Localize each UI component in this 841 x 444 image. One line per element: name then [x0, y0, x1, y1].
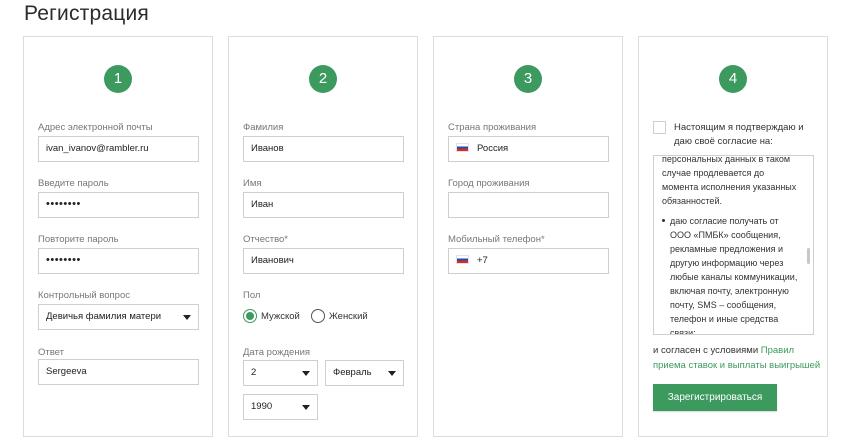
gender-male-option[interactable]: Мужской: [243, 309, 300, 323]
patronymic-label: Отчество*: [243, 234, 288, 245]
terms-scroll-box[interactable]: персональных данных в таком случае продл…: [653, 155, 814, 335]
radio-unselected-icon: [311, 309, 325, 323]
firstname-label: Имя: [243, 178, 262, 189]
rules-consent-text: и согласен с условиями Правил приема ста…: [653, 343, 825, 373]
step-number-badge: 2: [309, 65, 337, 93]
radio-selected-icon: [243, 309, 257, 323]
answer-field[interactable]: Sergeeva: [38, 359, 199, 385]
terms-bullet: даю согласие получать от ООО «ПМБК» сооб…: [662, 214, 802, 334]
phone-label: Мобильный телефон*: [448, 234, 545, 245]
russia-flag-icon: [456, 143, 469, 152]
security-question-value: Девичья фамилия матери: [46, 311, 162, 322]
birth-day-value: 2: [251, 367, 257, 378]
phone-value: +7: [477, 255, 488, 266]
step-number-badge: 4: [719, 65, 747, 93]
chevron-down-icon: [302, 371, 310, 376]
city-field[interactable]: [448, 192, 609, 218]
firstname-field[interactable]: Иван: [243, 192, 404, 218]
password-field[interactable]: ••••••••: [38, 192, 199, 218]
password-repeat-label: Повторите пароль: [38, 234, 119, 245]
password-label: Введите пароль: [38, 178, 109, 189]
chevron-down-icon: [388, 371, 396, 376]
birth-year-select[interactable]: 1990: [243, 394, 318, 420]
birth-month-select[interactable]: Февраль: [325, 360, 404, 386]
step-2-panel: 2 Фамилия Иванов Имя Иван Отчество* Иван…: [228, 36, 418, 437]
agree-checkbox[interactable]: [653, 121, 666, 134]
city-label: Город проживания: [448, 178, 530, 189]
gender-female-option[interactable]: Женский: [311, 309, 368, 323]
chevron-down-icon: [302, 405, 310, 410]
scrollbar-thumb[interactable]: [807, 248, 810, 264]
step-4-panel: 4 Настоящим я подтверждаю и даю своё сог…: [638, 36, 828, 437]
birth-year-value: 1990: [251, 401, 273, 412]
birth-day-select[interactable]: 2: [243, 360, 318, 386]
birthdate-label: Дата рождения: [243, 347, 311, 358]
security-question-label: Контрольный вопрос: [38, 290, 130, 301]
step-1-panel: 1 Адрес электронной почты ivan_ivanov@ra…: [23, 36, 213, 437]
password-repeat-field[interactable]: ••••••••: [38, 248, 199, 274]
answer-label: Ответ: [38, 347, 64, 358]
security-question-select[interactable]: Девичья фамилия матери: [38, 304, 199, 330]
step-number-badge: 3: [514, 65, 542, 93]
chevron-down-icon: [183, 315, 191, 320]
rules-consent-prefix: и согласен с условиями: [653, 345, 759, 356]
gender-female-label: Женский: [329, 310, 368, 322]
terms-paragraph: персональных данных в таком случае продл…: [662, 155, 797, 206]
russia-flag-icon: [456, 255, 469, 264]
lastname-label: Фамилия: [243, 122, 284, 133]
gender-label: Пол: [243, 290, 261, 301]
email-label: Адрес электронной почты: [38, 122, 153, 133]
phone-field[interactable]: +7: [448, 248, 609, 274]
country-value: Россия: [477, 143, 509, 154]
country-select[interactable]: Россия: [448, 136, 609, 162]
step-number-badge: 1: [104, 65, 132, 93]
agree-label: Настоящим я подтверждаю и даю своё согла…: [674, 122, 804, 147]
register-button[interactable]: Зарегистрироваться: [653, 384, 777, 411]
email-field[interactable]: ivan_ivanov@rambler.ru: [38, 136, 199, 162]
lastname-field[interactable]: Иванов: [243, 136, 404, 162]
step-3-panel: 3 Страна проживания Россия Город прожива…: [433, 36, 623, 437]
patronymic-field[interactable]: Иванович: [243, 248, 404, 274]
page-title: Регистрация: [24, 2, 149, 25]
country-label: Страна проживания: [448, 122, 537, 133]
gender-male-label: Мужской: [261, 310, 300, 322]
birth-month-value: Февраль: [333, 367, 372, 378]
